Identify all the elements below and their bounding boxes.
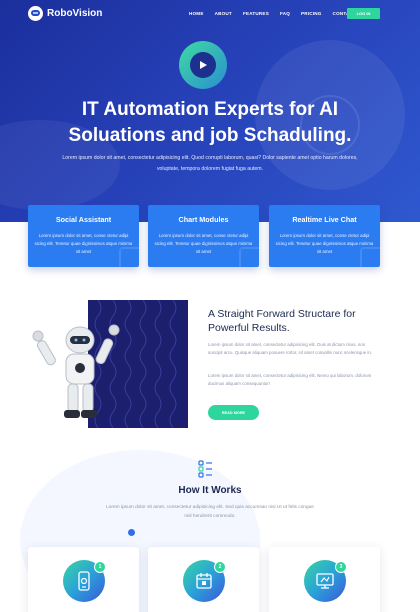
- list-icon: [198, 460, 212, 478]
- feature-desc: Lorem ipsum dolor sit amet, conse ctetur…: [275, 233, 374, 254]
- step-number-badge: 1: [94, 561, 106, 573]
- about-paragraph: Lorem ipsum dolor sit amet, consectetur …: [208, 373, 372, 386]
- how-it-works-subtitle: Lorem ipsum dolor sit amet, consectetur …: [106, 505, 314, 519]
- play-icon: [190, 52, 216, 78]
- robot-image: [28, 298, 188, 428]
- play-video-button[interactable]: [179, 41, 227, 89]
- hero-title: IT Automation Experts for AI Soluations …: [20, 97, 400, 149]
- feature-desc: Lorem ipsum dolor sit amet, conse ctetur…: [154, 233, 253, 254]
- nav-pricing[interactable]: PRICING: [301, 11, 322, 16]
- hero-section: RoboVision HOME ABOUT FEATURES FAQ PRICI…: [0, 0, 420, 222]
- step-number-badge: 3: [335, 561, 347, 573]
- how-it-works-title: How It Works: [178, 485, 242, 496]
- about-paragraph: Lorem ipsum dolor sit amet, consectetur …: [208, 342, 372, 355]
- nav-about[interactable]: ABOUT: [215, 11, 232, 16]
- hero-subtitle: Lorem ipsum dolor sit amet, consectetur …: [62, 155, 358, 172]
- robot-logo-icon: [28, 6, 43, 21]
- feature-card-chart-modules[interactable]: Chart Modules Lorem ipsum dolor sit amet…: [148, 205, 259, 267]
- decorative-dot: [128, 529, 135, 536]
- feature-title: Realtime Live Chat: [292, 215, 357, 224]
- nav-features[interactable]: FEATURES: [243, 11, 269, 16]
- nav-faq[interactable]: FAQ: [280, 11, 290, 16]
- about-title: A Straight Forward Structare for Powerfu…: [208, 308, 356, 334]
- brand-name: RoboVision: [47, 8, 103, 19]
- robot-illustration: [32, 324, 120, 418]
- feature-title: Social Assistant: [55, 215, 112, 224]
- hero-title-line-2: Soluations and job Schaduling.: [68, 125, 352, 146]
- step-number-badge: 2: [214, 561, 226, 573]
- feature-card-social-assistant[interactable]: Social Assistant Lorem ipsum dolor sit a…: [28, 205, 139, 267]
- feature-card-realtime-live-chat[interactable]: Realtime Live Chat Lorem ipsum dolor sit…: [269, 205, 380, 267]
- main-nav: HOME ABOUT FEATURES FAQ PRICING CONTACT: [189, 11, 367, 16]
- feature-title: Chart Modules: [178, 215, 229, 224]
- feature-desc: Lorem ipsum dolor sit amet, conse ctetur…: [34, 233, 133, 254]
- login-button[interactable]: LOG IN: [347, 8, 380, 19]
- hero-title-line-1: IT Automation Experts for AI: [81, 99, 339, 120]
- step-card-2[interactable]: 2: [148, 547, 259, 612]
- read-more-button[interactable]: READ MORE: [208, 405, 259, 420]
- nav-home[interactable]: HOME: [189, 11, 204, 16]
- step-card-3[interactable]: 3: [269, 547, 380, 612]
- step-card-1[interactable]: 1: [28, 547, 139, 612]
- brand-logo[interactable]: RoboVision: [28, 6, 102, 21]
